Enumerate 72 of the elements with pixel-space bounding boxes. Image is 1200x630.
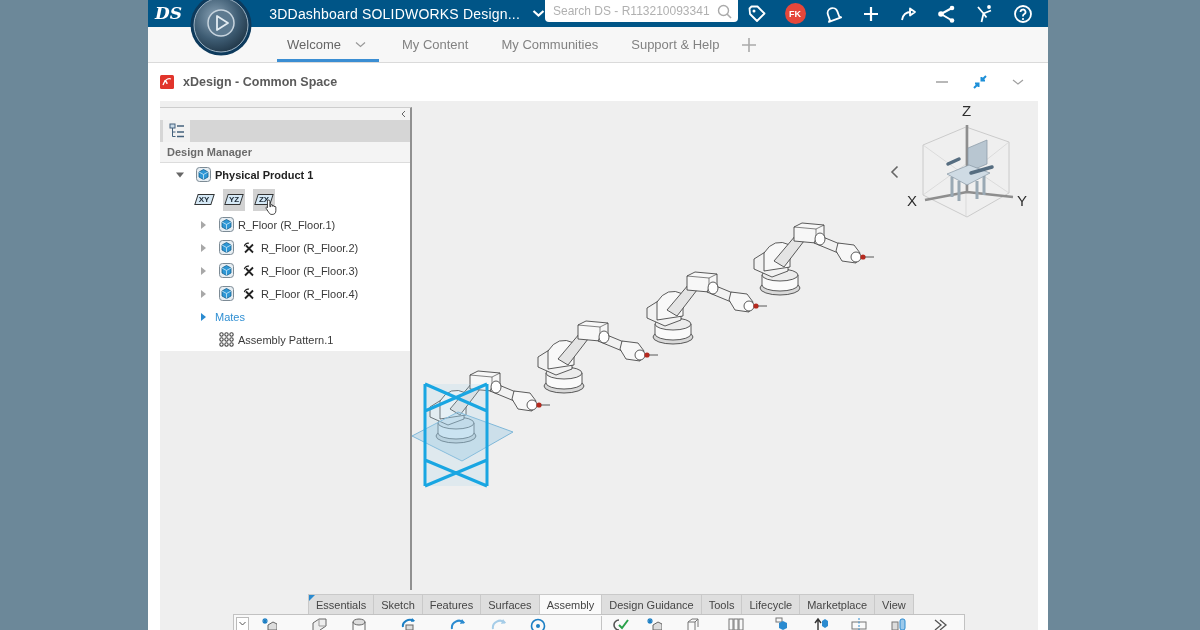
caret-icon[interactable]	[198, 288, 208, 299]
cube-icon[interactable]	[646, 617, 662, 630]
cylinder-icon[interactable]	[351, 617, 367, 630]
user-avatar[interactable]: FK	[784, 3, 806, 24]
tab[interactable]: My Content	[391, 27, 479, 62]
ribbon-tab[interactable]: Surfaces	[480, 594, 540, 614]
ribbon-tab[interactable]: Design Guidance	[601, 594, 702, 614]
tab[interactable]: Welcome	[277, 27, 379, 62]
cube-icon	[219, 240, 234, 255]
reference-planes[interactable]	[412, 382, 514, 488]
plane-button[interactable]: YZ	[223, 188, 245, 211]
ribbon-tab[interactable]: Sketch	[373, 594, 423, 614]
box-icon[interactable]	[311, 617, 327, 630]
ribbon-tab[interactable]: Assembly	[538, 594, 603, 614]
tree-item[interactable]: R_Floor (R_Floor.2)	[261, 241, 359, 254]
tree-item[interactable]: R_Floor (R_Floor.4)	[261, 287, 359, 300]
ribbon-tab[interactable]: Tools	[700, 594, 743, 614]
tree-item[interactable]: R_Floor (R_Floor.1)	[238, 218, 336, 231]
caret-icon[interactable]	[198, 265, 208, 276]
ribbon-tab[interactable]: Features	[421, 594, 482, 614]
caret-icon[interactable]	[198, 242, 208, 253]
cube-icon	[219, 286, 234, 301]
arrow-cube-icon[interactable]	[813, 617, 829, 630]
tab[interactable]: Support & Help	[621, 27, 730, 62]
dashboard-title[interactable]: 3DDashboard SOLIDWORKS Design...	[269, 5, 520, 22]
dot-grid-icon	[219, 332, 234, 347]
caret-icon[interactable]	[198, 219, 208, 230]
cross-icon	[243, 287, 255, 300]
compass-icon[interactable]	[190, 0, 252, 56]
share-nodes-icon[interactable]	[937, 3, 957, 24]
cube-icon	[196, 167, 211, 182]
help-icon[interactable]	[1013, 3, 1033, 24]
search-field[interactable]: Search DS - R113210093341	[545, 0, 738, 22]
axis-label: Y	[1017, 193, 1027, 208]
plane-button[interactable]: XY	[193, 188, 215, 211]
columns-icon[interactable]	[728, 617, 744, 630]
chevron-left-icon[interactable]	[890, 165, 899, 179]
app-title: xDesign - Common Space	[183, 75, 338, 89]
rotate-arrow-icon[interactable]	[401, 617, 417, 630]
collapse-arrows-icon[interactable]	[973, 75, 987, 89]
tree-item[interactable]: R_Floor (R_Floor.3)	[261, 264, 359, 277]
tree-item[interactable]: Mates	[215, 310, 245, 323]
ring-icon[interactable]	[530, 617, 546, 630]
axis-label: X	[907, 193, 917, 208]
stacked-cube-icon[interactable]	[773, 617, 789, 630]
caret-icon[interactable]	[198, 311, 208, 322]
curved-arrow-icon[interactable]	[450, 617, 466, 630]
ribbon-tab[interactable]: Marketplace	[799, 594, 876, 614]
tag-icon[interactable]	[747, 3, 767, 24]
tree-icon	[168, 123, 185, 139]
checkmark-icon[interactable]	[613, 617, 629, 630]
tab[interactable]: My Communities	[491, 27, 609, 62]
cross-icon	[243, 241, 255, 254]
tree-item[interactable]: Physical Product 1	[215, 168, 314, 181]
cube-icon	[219, 263, 234, 278]
chevron-left-icon[interactable]	[401, 110, 406, 118]
ribbon-tab[interactable]: View	[874, 594, 914, 614]
parts-icon[interactable]	[891, 617, 907, 630]
brand-logo: DS	[155, 5, 184, 22]
box-icon[interactable]	[685, 617, 701, 630]
plane-icon[interactable]	[851, 617, 867, 630]
ribbon-tab[interactable]: Lifecycle	[741, 594, 801, 614]
panel-title: Design Manager	[160, 142, 410, 163]
double-chevron-icon[interactable]	[933, 617, 949, 630]
search-icon[interactable]	[717, 3, 732, 19]
ribbon-tab[interactable]: Essentials	[308, 594, 375, 614]
app-logo-icon	[160, 75, 174, 89]
cube-icon	[219, 217, 234, 232]
cross-icon	[243, 264, 255, 277]
tree-item[interactable]: Assembly Pattern.1	[238, 333, 334, 346]
cube-icon[interactable]	[261, 617, 277, 630]
axis-label: Z	[962, 103, 972, 118]
